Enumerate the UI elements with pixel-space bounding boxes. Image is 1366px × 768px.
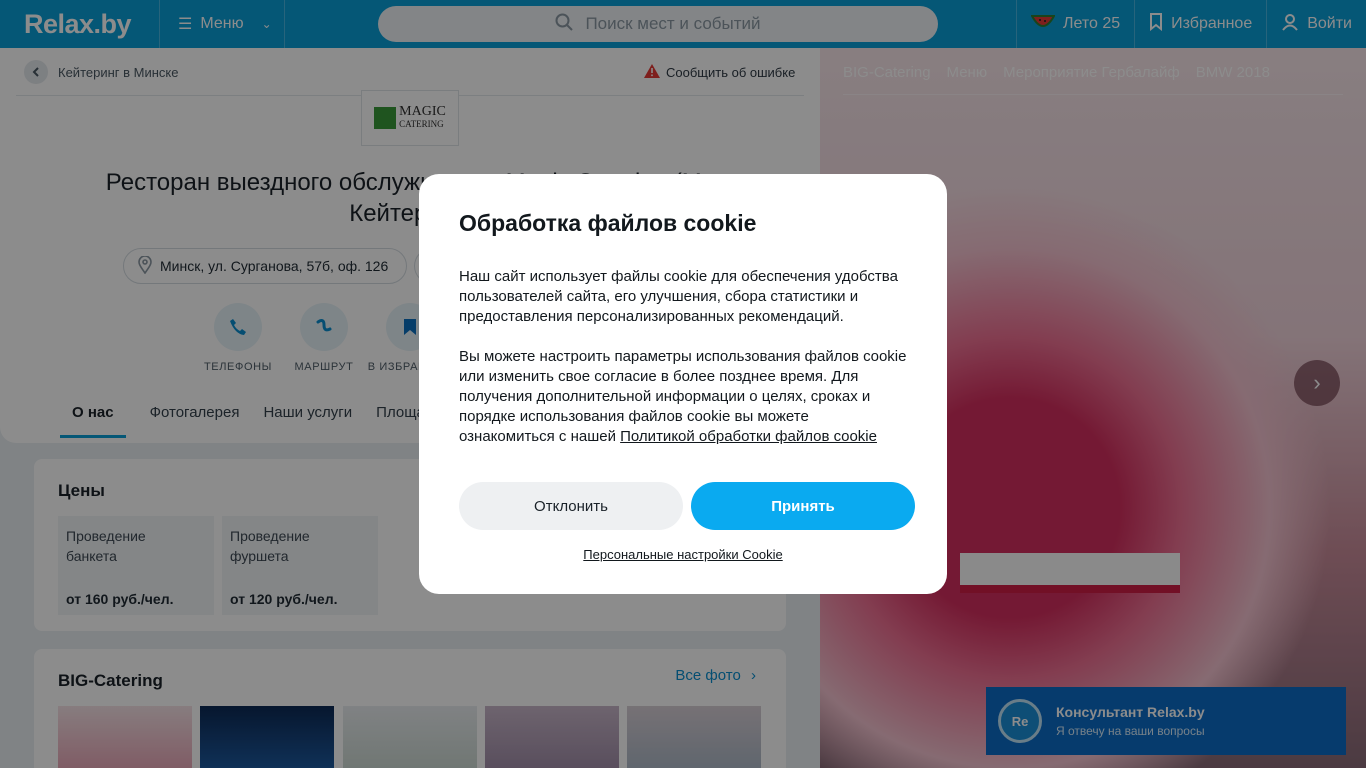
cookie-modal-title: Обработка файлов cookie — [459, 210, 757, 236]
cookie-settings-link[interactable]: Персональные настройки Cookie — [419, 547, 947, 562]
cookie-paragraph-2: Вы можете настроить параметры использова… — [459, 347, 907, 447]
accept-button[interactable]: Принять — [691, 482, 915, 530]
decline-button[interactable]: Отклонить — [459, 482, 683, 530]
cookie-modal: Обработка файлов cookie Наш сайт использ… — [419, 174, 947, 594]
cookie-paragraph-1: Наш сайт использует файлы cookie для обе… — [459, 268, 898, 325]
cookie-policy-link[interactable]: Политикой обработки файлов cookie — [620, 428, 877, 445]
